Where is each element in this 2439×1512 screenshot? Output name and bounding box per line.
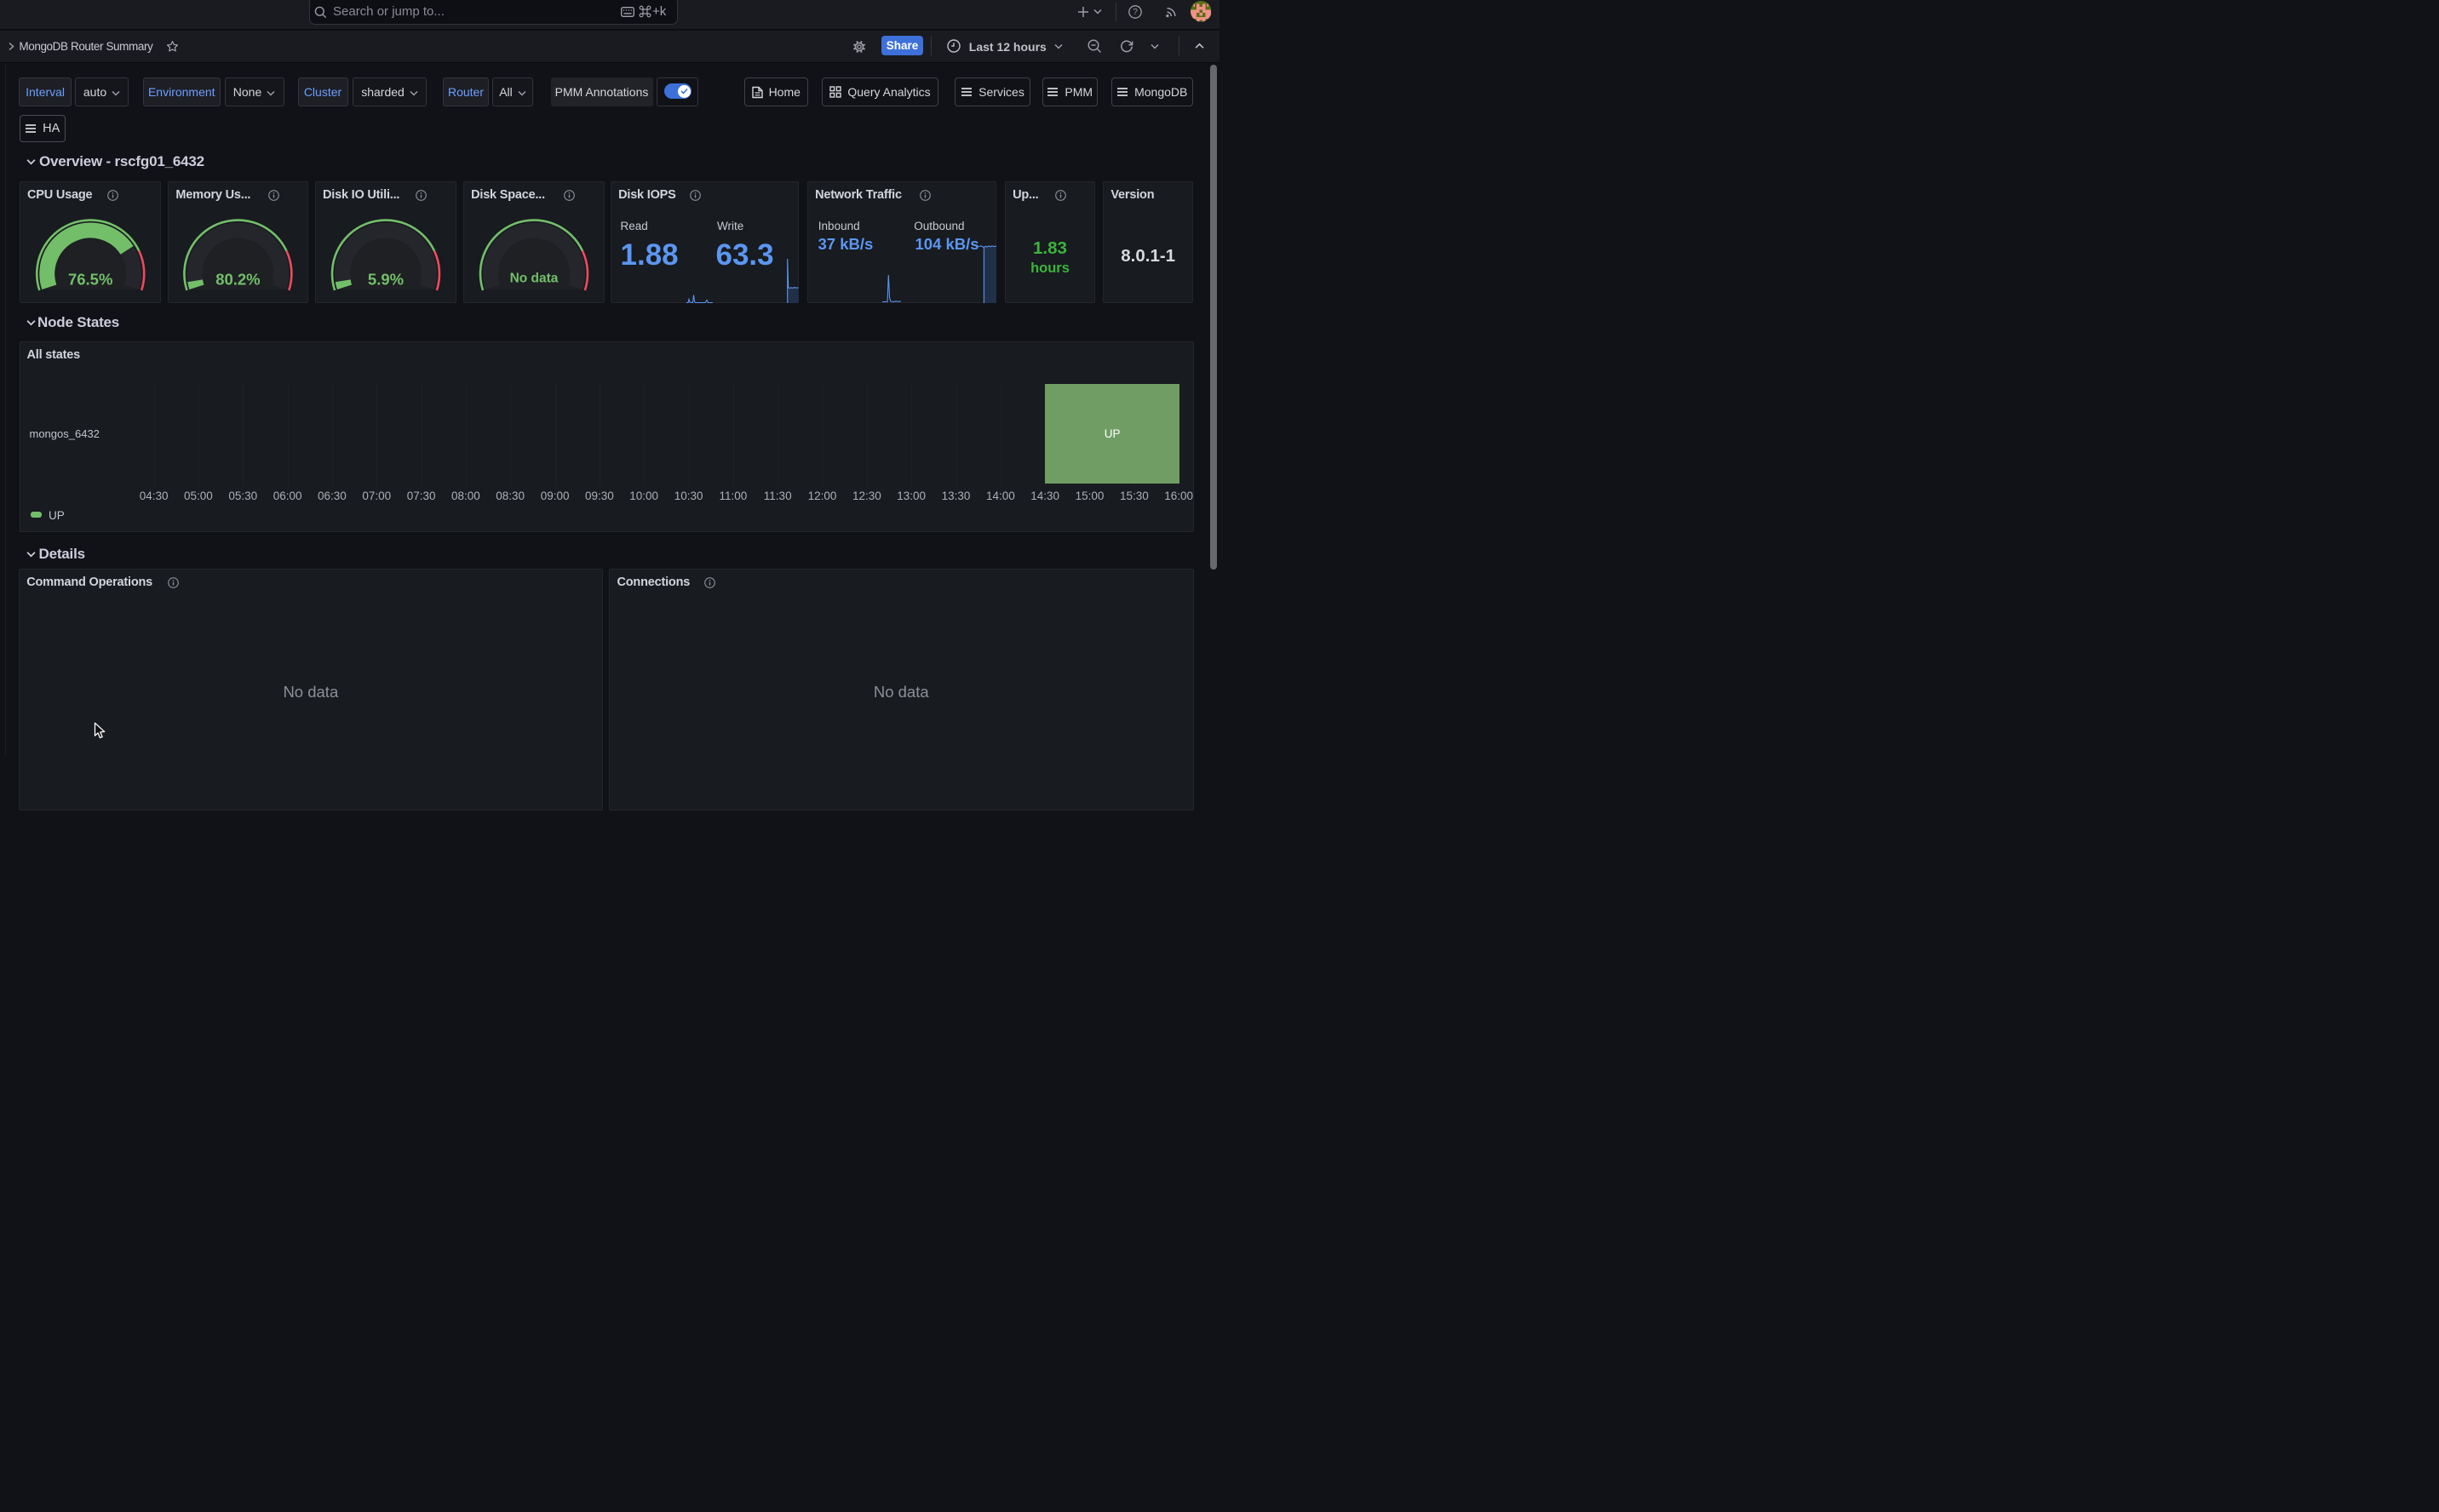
svg-text:No data: No data [509, 271, 558, 285]
svg-text:80.2%: 80.2% [215, 270, 260, 288]
svg-text:?: ? [1133, 8, 1138, 17]
svg-text:5.9%: 5.9% [367, 270, 403, 288]
svg-text:76.5%: 76.5% [67, 270, 112, 288]
